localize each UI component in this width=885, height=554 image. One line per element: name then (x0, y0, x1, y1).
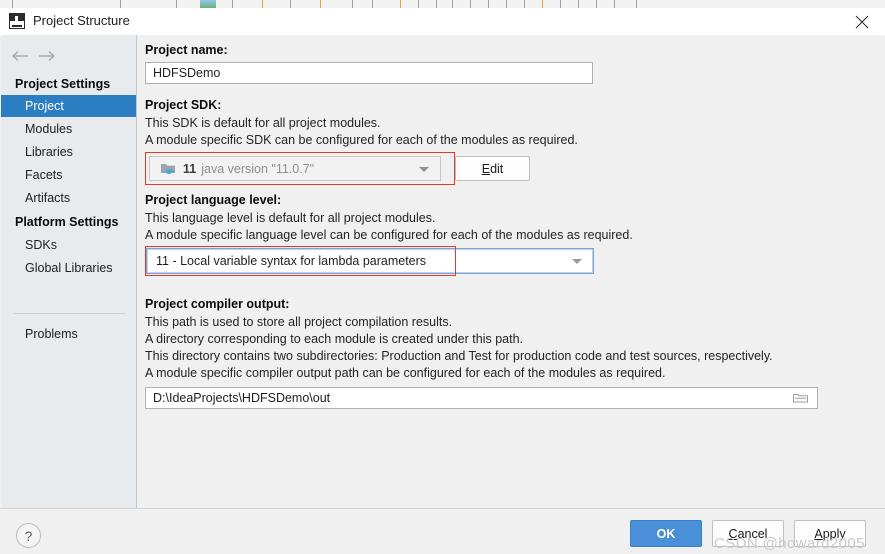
question-mark-icon[interactable]: ? (16, 523, 41, 548)
sidebar-item-modules[interactable]: Modules (1, 118, 136, 140)
arrow-left-icon[interactable] (7, 43, 33, 69)
language-level-value: 11 - Local variable syntax for lambda pa… (156, 254, 427, 268)
cancel-button-label: ancel (737, 526, 768, 541)
compiler-output-desc-2: A directory corresponding to each module… (145, 332, 523, 346)
sidebar-item-label: Problems (25, 327, 78, 341)
ok-button-label: OK (656, 526, 676, 541)
settings-sidebar: Project Settings Project Modules Librari… (1, 35, 137, 508)
compiler-output-value: D:\IdeaProjects\HDFSDemo\out (153, 391, 331, 405)
apply-button-label: pply (822, 526, 846, 541)
arrow-right-icon[interactable] (33, 43, 59, 69)
project-sdk-desc-2: A module specific SDK can be configured … (145, 133, 578, 147)
language-level-desc-2: A module specific language level can be … (145, 228, 633, 242)
project-sdk-combobox[interactable]: 11 java version "11.0.7" (149, 156, 441, 181)
sidebar-navigation (1, 43, 136, 71)
language-level-label: Project language level: (145, 193, 282, 207)
ok-button[interactable]: OK (630, 520, 702, 547)
sidebar-group-platform-settings: Platform Settings (15, 215, 119, 229)
sidebar-item-label: Artifacts (25, 191, 71, 205)
cancel-button[interactable]: Cancel (712, 520, 784, 547)
sidebar-item-label: SDKs (25, 238, 57, 252)
compiler-output-label: Project compiler output: (145, 297, 290, 311)
project-sdk-desc-1: This SDK is default for all project modu… (145, 116, 381, 130)
sidebar-item-project[interactable]: Project (1, 95, 136, 117)
project-name-input[interactable]: HDFSDemo (145, 62, 593, 84)
chevron-down-icon (419, 166, 429, 172)
compiler-output-desc-4: A module specific compiler output path c… (145, 366, 666, 380)
cancel-button-mnemonic: C (728, 526, 738, 541)
sidebar-item-facets[interactable]: Facets (1, 164, 136, 186)
compiler-output-desc-1: This path is used to store all project c… (145, 315, 453, 329)
edit-button-mnemonic: E (481, 161, 491, 176)
language-level-combobox[interactable]: 11 - Local variable syntax for lambda pa… (146, 248, 594, 274)
sidebar-item-artifacts[interactable]: Artifacts (1, 187, 136, 209)
project-name-value: HDFSDemo (153, 66, 221, 80)
language-level-desc-1: This language level is default for all p… (145, 211, 436, 225)
close-icon[interactable] (839, 8, 885, 35)
sidebar-item-label: Modules (25, 122, 73, 136)
dialog-title: Project Structure (33, 13, 130, 28)
apply-button[interactable]: Apply (794, 520, 866, 547)
project-structure-dialog: Project Structure Project Settings Proje… (0, 8, 885, 554)
edit-sdk-button[interactable]: Edit (455, 156, 530, 181)
sidebar-item-label: Project (25, 99, 64, 113)
chevron-down-icon (572, 259, 582, 264)
project-settings-panel: Project name: HDFSDemo Project SDK: This… (137, 35, 884, 508)
project-name-label: Project name: (145, 43, 228, 57)
java-sdk-icon (160, 162, 176, 176)
project-sdk-label: Project SDK: (145, 98, 222, 112)
compiler-output-desc-3: This directory contains two subdirectori… (145, 349, 773, 363)
project-sdk-description: java version "11.0.7" (201, 161, 315, 176)
sidebar-item-sdks[interactable]: SDKs (1, 234, 136, 256)
sidebar-item-label: Global Libraries (25, 261, 113, 275)
sidebar-item-label: Libraries (25, 145, 73, 159)
compiler-output-input[interactable]: D:\IdeaProjects\HDFSDemo\out (145, 387, 818, 409)
sidebar-item-problems[interactable]: Problems (1, 323, 136, 345)
sidebar-item-label: Facets (25, 168, 63, 182)
sidebar-item-libraries[interactable]: Libraries (1, 141, 136, 163)
sidebar-group-project-settings: Project Settings (15, 77, 111, 91)
sidebar-divider (13, 313, 125, 314)
project-sdk-version: 11 (183, 161, 197, 176)
apply-button-mnemonic: A (814, 526, 823, 541)
folder-browse-icon[interactable] (793, 392, 808, 404)
dialog-titlebar: Project Structure (0, 8, 885, 36)
sidebar-item-global-libraries[interactable]: Global Libraries (1, 257, 136, 279)
edit-button-label: dit (490, 161, 504, 176)
intellij-idea-icon (9, 13, 25, 29)
